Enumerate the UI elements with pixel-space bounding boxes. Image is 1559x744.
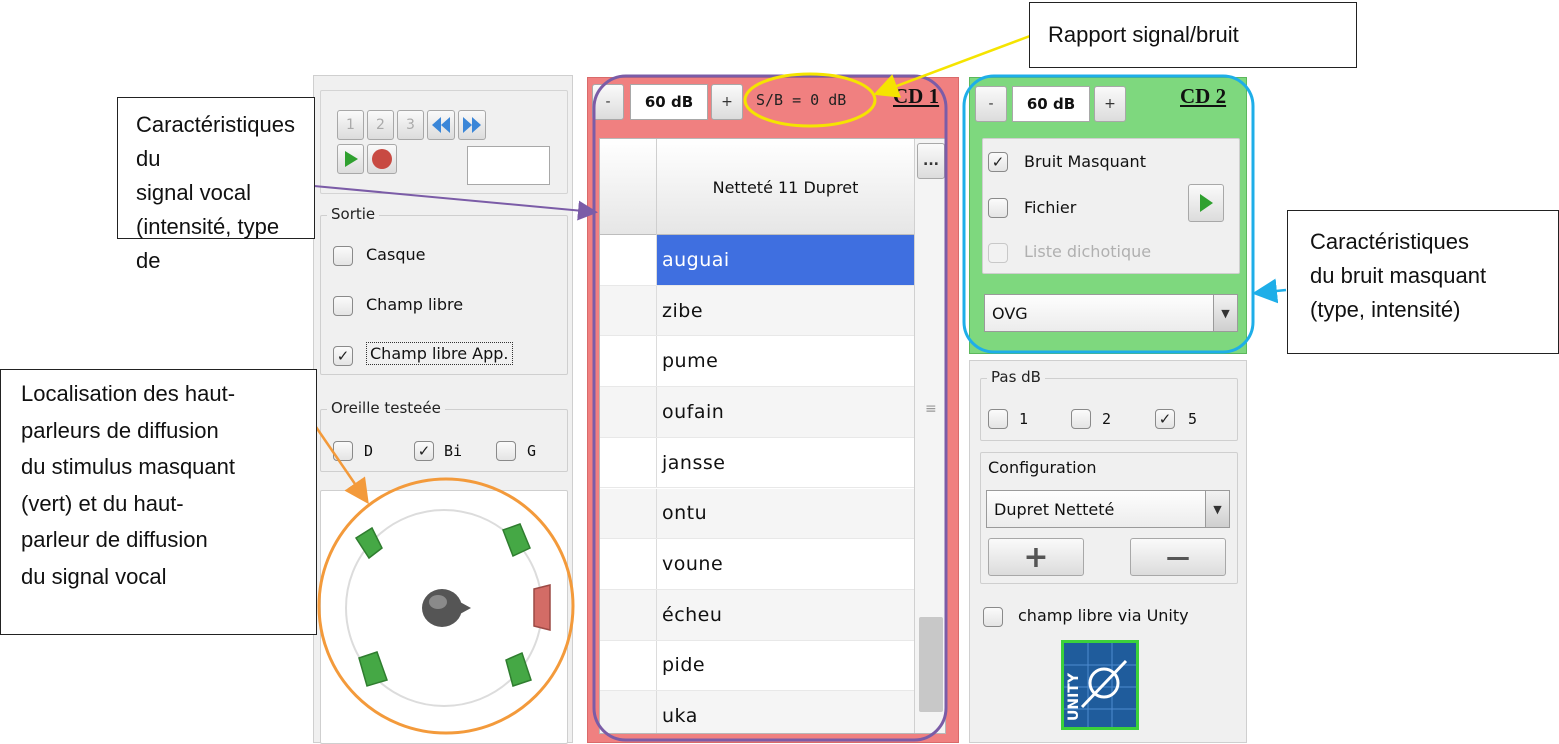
ear-g-label: G xyxy=(527,442,537,460)
list-item[interactable]: voune xyxy=(600,539,914,590)
player-display xyxy=(467,146,550,185)
unity-checkbox[interactable] xyxy=(983,607,1003,627)
cd2-plus-button[interactable]: + xyxy=(1094,86,1126,122)
list-item[interactable]: auguai xyxy=(600,235,914,286)
ear-d-checkbox[interactable] xyxy=(333,441,353,461)
word-list-header: Netteté 11 Dupret xyxy=(600,139,914,235)
pas-5-label: 5 xyxy=(1188,410,1198,428)
list-item[interactable]: pume xyxy=(600,336,914,388)
unity-logo-text: UNITY xyxy=(1066,672,1082,721)
fichier-label: Fichier xyxy=(1024,198,1077,217)
fichier-checkbox[interactable] xyxy=(988,198,1008,218)
double-chevron-left-icon xyxy=(432,117,450,133)
casque-label: Casque xyxy=(366,245,426,264)
remove-configuration-button[interactable]: — xyxy=(1130,538,1226,576)
list-header-label: Netteté 11 Dupret xyxy=(712,177,859,197)
ear-g-checkbox[interactable] xyxy=(496,441,516,461)
header-index-cell xyxy=(600,139,657,235)
masking-speaker-rear-left-icon[interactable] xyxy=(358,651,388,687)
track-button-3[interactable]: 3 xyxy=(397,110,424,140)
pas-2-label: 2 xyxy=(1102,410,1112,428)
cd1-level-field: 60 dB xyxy=(630,84,708,120)
play-icon xyxy=(1200,194,1213,212)
signal-speaker-right-icon[interactable] xyxy=(533,584,551,631)
pas-1-checkbox[interactable] xyxy=(988,409,1008,429)
list-item[interactable]: zibe xyxy=(600,285,914,337)
track-button-1[interactable]: 1 xyxy=(337,110,364,140)
cd1-minus-button[interactable]: - xyxy=(592,84,624,120)
ear-bi-checkbox[interactable]: ✓ xyxy=(414,441,434,461)
noise-arrow xyxy=(1252,278,1287,304)
pas-1-label: 1 xyxy=(1019,410,1029,428)
record-icon xyxy=(372,149,392,169)
list-item[interactable]: ontu xyxy=(600,488,914,540)
unity-label: champ libre via Unity xyxy=(1018,606,1189,625)
champ-libre-app-label: Champ libre App. xyxy=(366,342,513,365)
cd1-title: CD 1 xyxy=(893,84,940,108)
list-item[interactable]: oufain xyxy=(600,387,914,438)
list-item[interactable]: pide xyxy=(600,640,914,692)
champ-libre-app-checkbox[interactable]: ✓ xyxy=(333,346,353,366)
cd1-plus-button[interactable]: + xyxy=(711,84,743,120)
word-list-scrollbar[interactable]: ... ≡ xyxy=(914,139,945,733)
noise-type-select[interactable]: OVG ▼ xyxy=(984,294,1238,332)
forward-button[interactable] xyxy=(458,110,486,140)
double-chevron-right-icon xyxy=(463,117,481,133)
cd2-title: CD 2 xyxy=(1180,84,1227,108)
track-button-2[interactable]: 2 xyxy=(367,110,394,140)
scroll-thumb[interactable] xyxy=(919,617,943,712)
record-button[interactable] xyxy=(367,144,397,174)
pas-db-title: Pas dB xyxy=(987,368,1045,386)
liste-dichotique-label: Liste dichotique xyxy=(1024,242,1152,261)
more-options-button[interactable]: ... xyxy=(917,143,945,179)
list-item[interactable]: écheu xyxy=(600,589,914,641)
word-list: Netteté 11 Dupret auguai zibe pume oufai… xyxy=(599,138,946,734)
play-button[interactable] xyxy=(337,144,364,174)
rewind-button[interactable] xyxy=(427,110,455,140)
add-configuration-button[interactable]: + xyxy=(988,538,1084,576)
noise-callout: Caractéristiques du bruit masquant (type… xyxy=(1287,210,1559,354)
ear-bi-label: Bi xyxy=(444,442,463,460)
liste-dichotique-checkbox[interactable] xyxy=(988,243,1008,263)
configuration-title: Configuration xyxy=(988,458,1097,477)
cd1-snr-label: S/B = 0 dB xyxy=(756,91,847,109)
cd2-minus-button[interactable]: - xyxy=(975,86,1007,122)
chevron-down-icon: ▼ xyxy=(1213,295,1237,331)
sortie-title: Sortie xyxy=(327,205,380,223)
bruit-masquant-label: Bruit Masquant xyxy=(1024,152,1146,171)
masking-speaker-front-left-icon[interactable] xyxy=(354,526,383,560)
oreille-group: Oreille testeée xyxy=(320,399,568,472)
configuration-value: Dupret Netteté xyxy=(994,499,1115,519)
pas-5-checkbox[interactable]: ✓ xyxy=(1155,409,1175,429)
voice-callout: Caractéristiques du signal vocal (intens… xyxy=(117,97,315,273)
scroll-grip-icon: ≡ xyxy=(925,401,937,417)
casque-checkbox[interactable] xyxy=(333,246,353,266)
ear-d-label: D xyxy=(364,442,374,460)
cd2-level-field: 60 dB xyxy=(1012,86,1090,122)
speaker-callout: Localisation des haut- parleurs de diffu… xyxy=(0,369,317,635)
unity-logo-icon: UNITY xyxy=(1064,643,1136,727)
oreille-title: Oreille testeée xyxy=(327,399,445,417)
list-item[interactable]: jansse xyxy=(600,437,914,489)
configuration-select[interactable]: Dupret Netteté ▼ xyxy=(986,490,1230,528)
speaker-diagram xyxy=(345,509,551,707)
masking-speaker-front-right-icon[interactable] xyxy=(502,523,531,558)
bruit-masquant-checkbox[interactable]: ✓ xyxy=(988,152,1008,172)
chevron-down-icon: ▼ xyxy=(1205,491,1229,527)
snr-callout: Rapport signal/bruit xyxy=(1029,2,1357,68)
cd2-play-button[interactable] xyxy=(1188,184,1224,222)
word-rows: auguai zibe pume oufain jansse ontu voun… xyxy=(600,235,914,733)
noise-type-value: OVG xyxy=(992,303,1028,323)
listener-head-icon xyxy=(422,589,471,627)
champ-libre-label: Champ libre xyxy=(366,295,464,314)
champ-libre-checkbox[interactable] xyxy=(333,296,353,316)
list-item[interactable]: uka xyxy=(600,691,914,733)
unity-logo[interactable]: UNITY xyxy=(1061,640,1139,730)
pas-2-checkbox[interactable] xyxy=(1071,409,1091,429)
play-icon xyxy=(344,151,358,167)
